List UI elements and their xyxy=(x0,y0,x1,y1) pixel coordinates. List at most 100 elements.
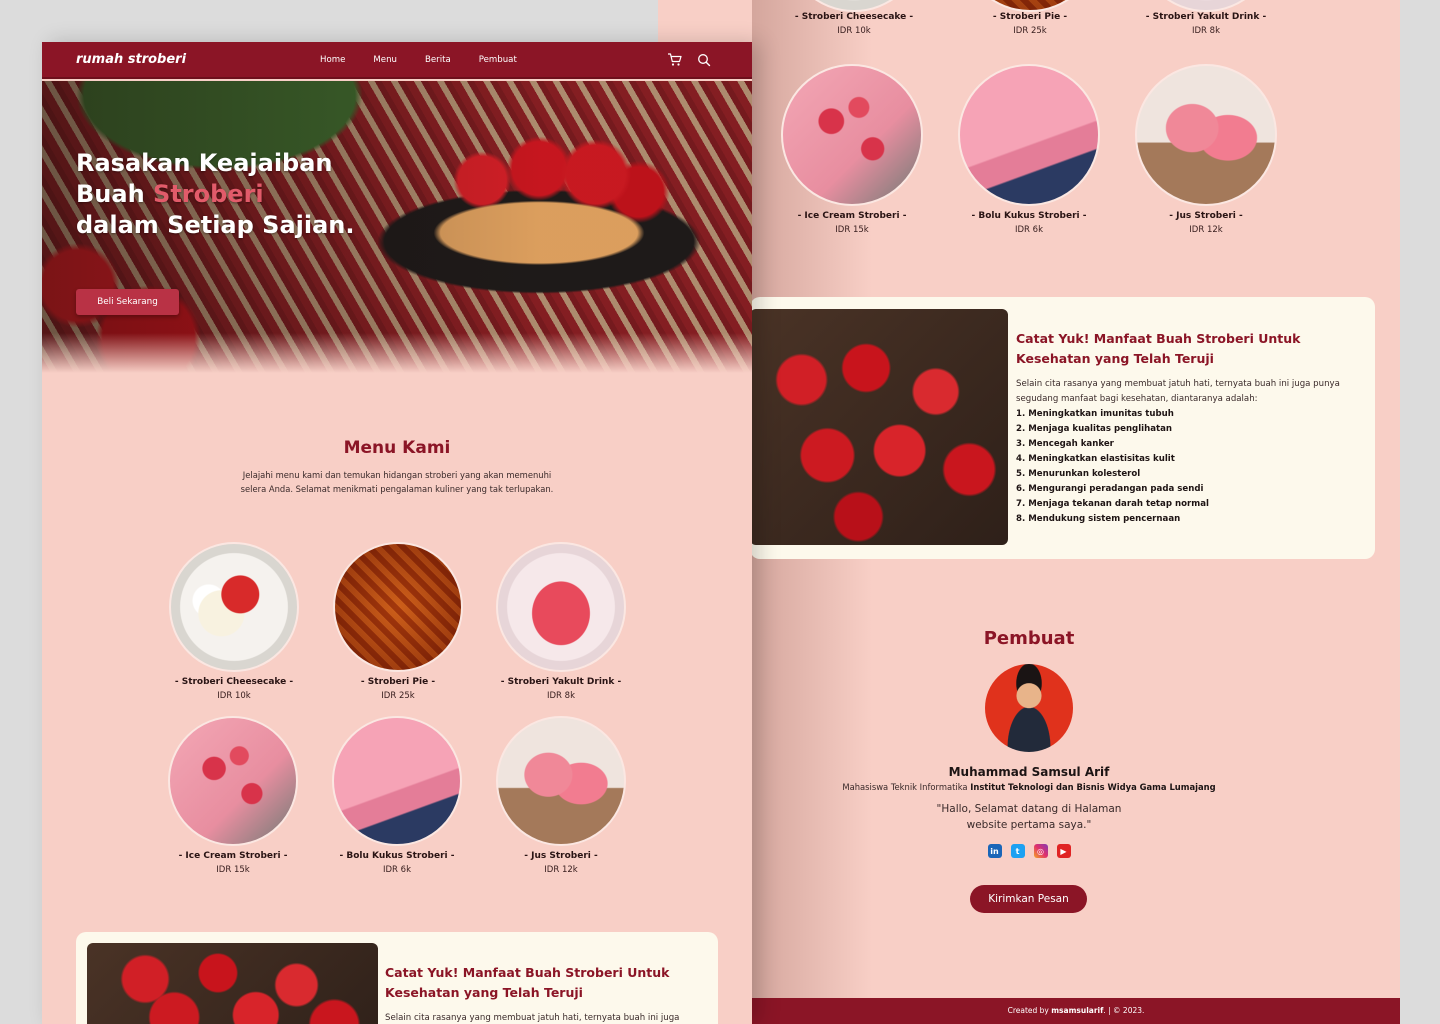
hero-fade xyxy=(42,333,752,373)
menu-item-name: - Stroberi Pie - xyxy=(992,12,1068,22)
menu-item-name: - Stroberi Cheesecake - xyxy=(174,677,294,687)
menu-item-yakult[interactable]: - Stroberi Yakult Drink - IDR 8k xyxy=(481,542,641,701)
jus-image xyxy=(496,716,626,846)
nav-home[interactable]: Home xyxy=(320,55,345,65)
menu-item-price: IDR 6k xyxy=(383,865,411,875)
author-quote: "Hallo, Selamat datang di Halaman websit… xyxy=(936,803,1122,831)
menu-item-yakult[interactable]: - Stroberi Yakult Drink - IDR 8k xyxy=(1116,0,1296,36)
menu-item-jus[interactable]: - Jus Stroberi - IDR 12k xyxy=(1116,64,1296,235)
bolu-image xyxy=(958,64,1100,206)
menu-item-price: IDR 25k xyxy=(1013,26,1047,36)
strawberries-image xyxy=(87,943,378,1024)
menu-item-price: IDR 10k xyxy=(217,691,251,701)
menu-item-bolu[interactable]: - Bolu Kukus Stroberi - IDR 6k xyxy=(317,716,477,875)
article-card: Catat Yuk! Manfaat Buah Stroberi Untuk K… xyxy=(76,932,718,1024)
menu-item-price: IDR 12k xyxy=(544,865,578,875)
menu-title: Menu Kami xyxy=(343,438,451,458)
send-message-button[interactable]: Kirimkan Pesan xyxy=(970,885,1087,913)
menu-item-name: - Stroberi Cheesecake - xyxy=(794,12,914,22)
youtube-icon[interactable]: ▶ xyxy=(1056,844,1071,858)
author-role-prefix: Mahasiswa Teknik Informatika xyxy=(842,782,968,792)
strawberries-image xyxy=(750,309,1008,545)
menu-item-name: - Bolu Kukus Stroberi - xyxy=(339,851,455,861)
menu-subtitle: Jelajahi menu kami dan temukan hidangan … xyxy=(240,470,554,494)
hero-accent: Stroberi xyxy=(153,180,264,208)
nav-berita[interactable]: Berita xyxy=(425,55,451,65)
benefit-item: 2. Menjaga kualitas penglihatan xyxy=(1016,424,1173,434)
yakult-image xyxy=(496,542,626,672)
menu-item-name: - Stroberi Yakult Drink - xyxy=(500,677,622,687)
menu-item-name: - Stroberi Yakult Drink - xyxy=(1145,12,1267,22)
article-intro: Selain cita rasanya yang membuat jatuh h… xyxy=(385,1013,680,1023)
hero-line-1: Rasakan Keajaiban xyxy=(76,149,333,177)
menu-item-bolu[interactable]: - Bolu Kukus Stroberi - IDR 6k xyxy=(939,64,1119,235)
hero-line-2-prefix: Buah xyxy=(76,180,145,208)
menu-item-name: - Jus Stroberi - xyxy=(524,851,598,861)
menu-item-pie[interactable]: - Stroberi Pie - IDR 25k xyxy=(940,0,1120,36)
article-title: Catat Yuk! Manfaat Buah Stroberi Untuk K… xyxy=(385,965,670,1000)
linkedin-icon[interactable]: in xyxy=(987,844,1002,858)
menu-item-price: IDR 6k xyxy=(1015,225,1043,235)
benefit-item: 6. Mengurangi peradangan pada sendi xyxy=(1016,484,1204,494)
article-card: Catat Yuk! Manfaat Buah Stroberi Untuk K… xyxy=(750,297,1375,559)
menu-item-jus[interactable]: - Jus Stroberi - IDR 12k xyxy=(481,716,641,875)
hero-banner: Rasakan Keajaiban Buah Stroberi dalam Se… xyxy=(42,81,752,373)
page-preview-back: - Stroberi Cheesecake - IDR 10k - Strobe… xyxy=(658,0,1400,1024)
pie-image xyxy=(333,542,463,672)
menu-item-price: IDR 15k xyxy=(835,225,869,235)
menu-item-price: IDR 8k xyxy=(1192,26,1220,36)
author-role: Mahasiswa Teknik Informatika Institut Te… xyxy=(658,782,1400,792)
benefit-item: 7. Menjaga tekanan darah tetap normal xyxy=(1016,499,1209,509)
menu-item-name: - Ice Cream Stroberi - xyxy=(797,211,907,221)
benefit-list: 1. Meningkatkan imunitas tubuh 2. Menjag… xyxy=(1016,407,1361,527)
instagram-icon[interactable]: ◎ xyxy=(1033,844,1048,858)
footer-author[interactable]: msamsularif xyxy=(1051,1006,1103,1015)
benefit-item: 4. Meningkatkan elastisitas kulit xyxy=(1016,454,1175,464)
benefit-item: 3. Mencegah kanker xyxy=(1016,439,1114,449)
menu-item-price: IDR 25k xyxy=(381,691,415,701)
avatar xyxy=(985,664,1073,752)
menu-item-name: - Stroberi Pie - xyxy=(360,677,436,687)
bolu-image xyxy=(332,716,462,846)
logo[interactable]: rumah stroberi xyxy=(76,52,186,67)
menu-item-price: IDR 12k xyxy=(1189,225,1223,235)
article-title: Catat Yuk! Manfaat Buah Stroberi Untuk K… xyxy=(1016,331,1301,366)
social-links: in t ◎ ▶ xyxy=(658,844,1400,858)
menu-item-name: - Jus Stroberi - xyxy=(1169,211,1243,221)
cart-icon[interactable] xyxy=(667,52,683,68)
pembuat-title: Pembuat xyxy=(983,628,1075,649)
article-intro: Selain cita rasanya yang membuat jatuh h… xyxy=(1016,379,1340,404)
nav-menu[interactable]: Menu xyxy=(373,55,397,65)
menu-item-cheesecake[interactable]: - Stroberi Cheesecake - IDR 10k xyxy=(764,0,944,36)
menu-item-cheesecake[interactable]: - Stroberi Cheesecake - IDR 10k xyxy=(154,542,314,701)
jus-image xyxy=(1135,64,1277,206)
cheesecake-image xyxy=(169,542,299,672)
hero-line-3: dalam Setiap Sajian. xyxy=(76,211,355,239)
benefit-item: 1. Meningkatkan imunitas tubuh xyxy=(1016,409,1174,419)
navbar: rumah stroberi Home Menu Berita Pembuat xyxy=(42,42,752,79)
benefit-item: 8. Mendukung sistem pencernaan xyxy=(1016,514,1181,524)
author-name: Muhammad Samsul Arif xyxy=(948,765,1110,779)
footer-prefix: Created by xyxy=(1007,1006,1049,1015)
twitter-icon[interactable]: t xyxy=(1010,844,1025,858)
menu-item-price: IDR 10k xyxy=(837,26,871,36)
nav-pembuat[interactable]: Pembuat xyxy=(479,55,517,65)
hero-title: Rasakan Keajaiban Buah Stroberi dalam Se… xyxy=(76,148,354,241)
menu-item-ice-cream[interactable]: - Ice Cream Stroberi - IDR 15k xyxy=(153,716,313,875)
menu-item-price: IDR 15k xyxy=(216,865,250,875)
menu-item-price: IDR 8k xyxy=(547,691,575,701)
menu-item-pie[interactable]: - Stroberi Pie - IDR 25k xyxy=(318,542,478,701)
pie-image xyxy=(960,0,1100,12)
ice-cream-image xyxy=(781,64,923,206)
author-school: Institut Teknologi dan Bisnis Widya Gama… xyxy=(970,782,1216,792)
hero-line-2: Buah Stroberi xyxy=(76,179,354,210)
cheesecake-image xyxy=(784,0,924,12)
buy-now-button[interactable]: Beli Sekarang xyxy=(76,289,179,315)
yakult-image xyxy=(1136,0,1276,12)
benefit-item: 5. Menurunkan kolesterol xyxy=(1016,469,1141,479)
ice-cream-image xyxy=(168,716,298,846)
menu-item-name: - Ice Cream Stroberi - xyxy=(178,851,288,861)
search-icon[interactable] xyxy=(696,52,712,68)
menu-item-ice-cream[interactable]: - Ice Cream Stroberi - IDR 15k xyxy=(762,64,942,235)
footer: Created by msamsularif. | © 2023. xyxy=(752,998,1400,1024)
